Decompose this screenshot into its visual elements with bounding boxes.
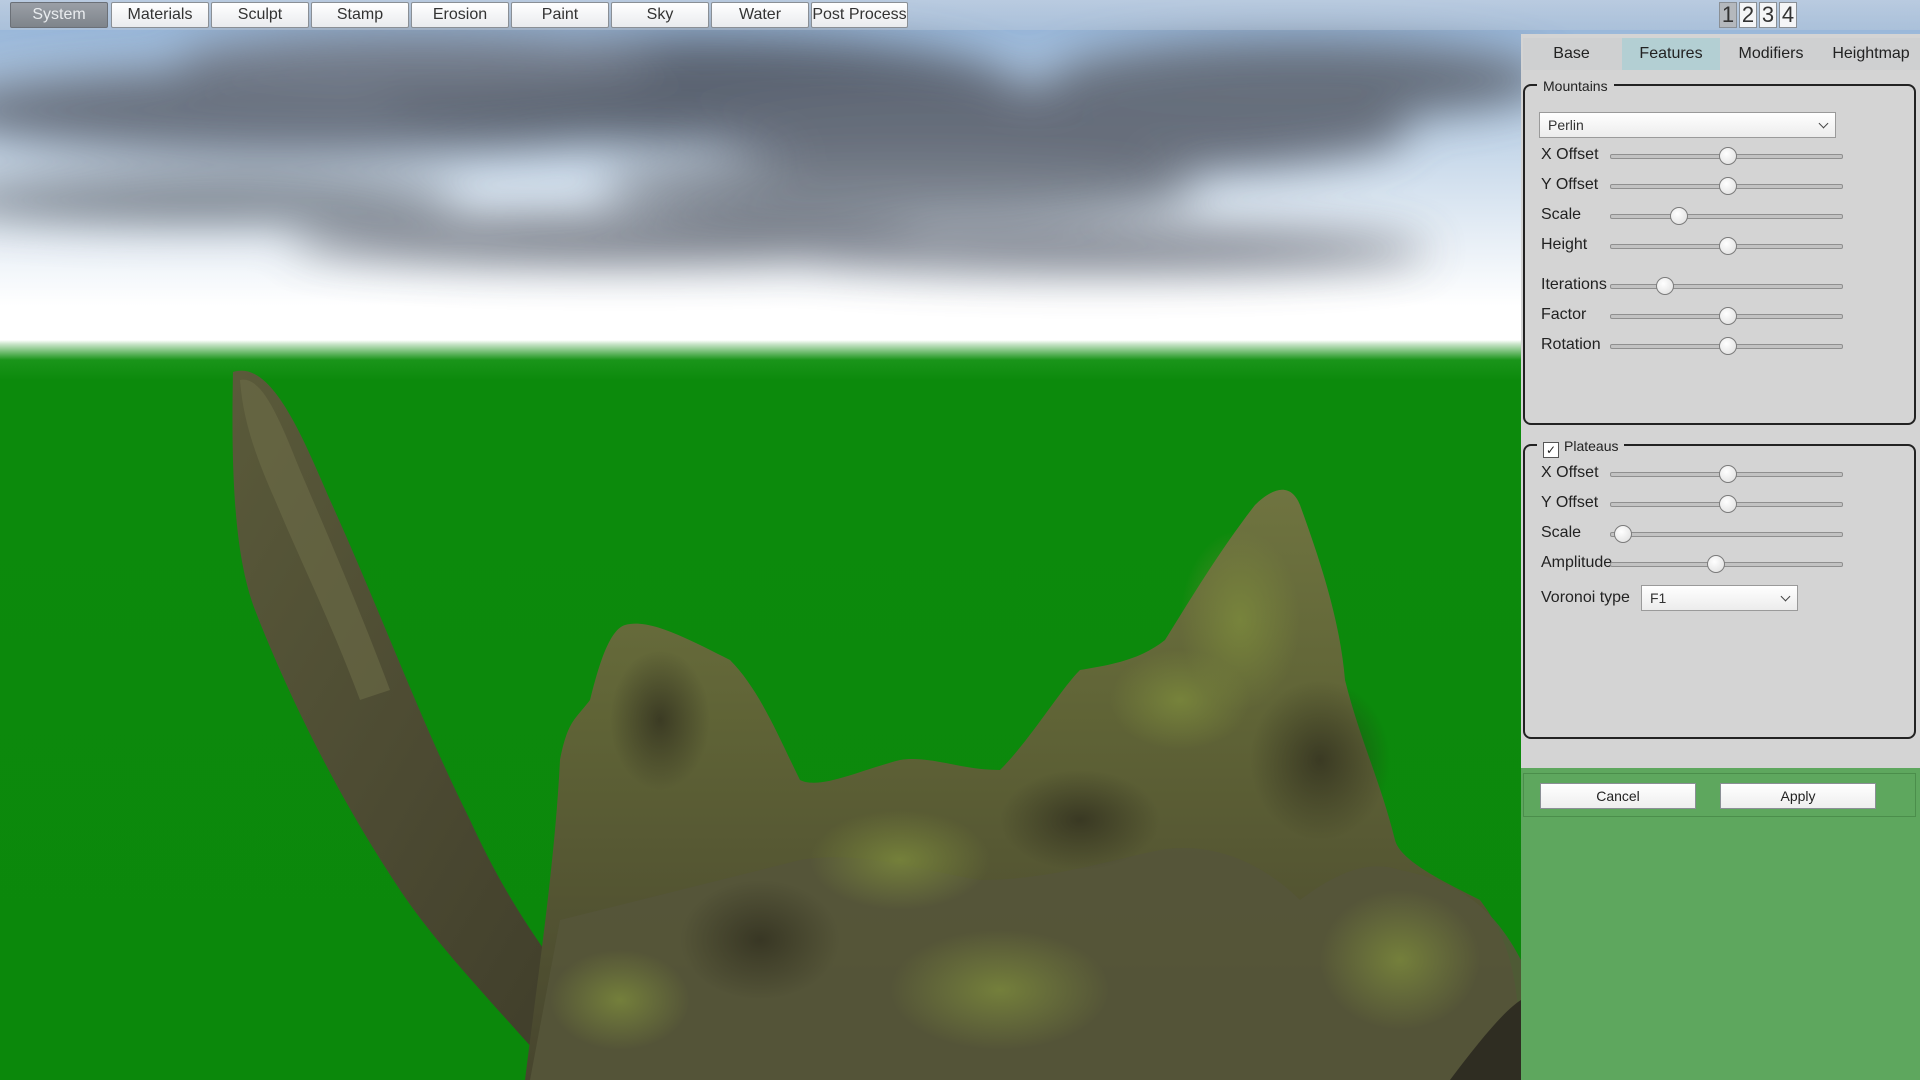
apply-button[interactable]: Apply bbox=[1720, 783, 1876, 809]
mountains-iterations-label: Iterations bbox=[1541, 276, 1607, 293]
tab-base[interactable]: Base bbox=[1523, 38, 1620, 70]
toolbar-tab-sky[interactable]: Sky bbox=[611, 2, 709, 28]
tab-features[interactable]: Features bbox=[1622, 38, 1720, 70]
slider-thumb[interactable] bbox=[1718, 465, 1737, 483]
checkmark-icon: ✓ bbox=[1545, 443, 1557, 457]
voronoi-type-value: F1 bbox=[1650, 590, 1667, 606]
toolbar-tab-stamp[interactable]: Stamp bbox=[311, 2, 409, 28]
mountains-y-offset-label: Y Offset bbox=[1541, 176, 1599, 193]
slider-thumb[interactable] bbox=[1718, 307, 1737, 325]
slider-thumb[interactable] bbox=[1718, 495, 1737, 513]
slider-track bbox=[1610, 532, 1843, 537]
slider-thumb[interactable] bbox=[1706, 555, 1725, 573]
slider-track bbox=[1610, 214, 1843, 219]
mountains-scale-slider[interactable] bbox=[1610, 206, 1843, 226]
mountains-group-title: Mountains bbox=[1537, 77, 1614, 95]
toolbar-tab-materials[interactable]: Materials bbox=[111, 2, 209, 28]
mountains-factor-label: Factor bbox=[1541, 306, 1587, 323]
mountains-factor-slider[interactable] bbox=[1610, 306, 1843, 326]
plateaus-y-offset-slider[interactable] bbox=[1610, 494, 1843, 514]
cancel-button[interactable]: Cancel bbox=[1540, 783, 1696, 809]
plateaus-scale-label: Scale bbox=[1541, 524, 1582, 541]
plateaus-checkbox[interactable]: ✓ bbox=[1543, 442, 1559, 458]
plateaus-amplitude-label: Amplitude bbox=[1541, 554, 1613, 571]
mountains-x-offset-slider[interactable] bbox=[1610, 146, 1843, 166]
noise-type-dropdown[interactable]: Perlin bbox=[1539, 112, 1836, 138]
slider-thumb[interactable] bbox=[1718, 337, 1737, 355]
view-4-button[interactable]: 4 bbox=[1779, 2, 1797, 28]
mountains-group: Mountains Perlin X Offset Y Offset Scale… bbox=[1523, 77, 1916, 425]
view-3-button[interactable]: 3 bbox=[1759, 2, 1777, 28]
chevron-down-icon bbox=[1818, 118, 1829, 129]
plateaus-amplitude-slider[interactable] bbox=[1610, 554, 1843, 574]
mountains-rotation-slider[interactable] bbox=[1610, 336, 1843, 356]
tab-modifiers[interactable]: Modifiers bbox=[1722, 38, 1820, 70]
mountains-y-offset-slider[interactable] bbox=[1610, 176, 1843, 196]
cloud-layer bbox=[0, 32, 1550, 270]
mountains-height-label: Height bbox=[1541, 236, 1588, 253]
main-toolbar: System Materials Sculpt Stamp Erosion Pa… bbox=[0, 0, 1920, 30]
toolbar-tab-sculpt[interactable]: Sculpt bbox=[211, 2, 309, 28]
slider-thumb[interactable] bbox=[1718, 147, 1737, 165]
voronoi-type-label: Voronoi type bbox=[1541, 589, 1630, 606]
chevron-down-icon bbox=[1780, 591, 1791, 602]
toolbar-tab-water[interactable]: Water bbox=[711, 2, 809, 28]
noise-type-value: Perlin bbox=[1548, 117, 1584, 133]
panel-tabs: Base Features Modifiers Heightmap bbox=[1523, 38, 1920, 70]
voronoi-type-dropdown[interactable]: F1 bbox=[1641, 585, 1798, 611]
toolbar-tab-post-process[interactable]: Post Process bbox=[811, 2, 908, 28]
slider-thumb[interactable] bbox=[1655, 277, 1674, 295]
plateaus-group-title: ✓ Plateaus bbox=[1537, 437, 1625, 458]
view-2-button[interactable]: 2 bbox=[1739, 2, 1757, 28]
mountains-scale-label: Scale bbox=[1541, 206, 1582, 223]
mountains-iterations-slider[interactable] bbox=[1610, 276, 1843, 296]
mountains-height-slider[interactable] bbox=[1610, 236, 1843, 256]
view-1-button[interactable]: 1 bbox=[1719, 2, 1737, 28]
toolbar-tab-erosion[interactable]: Erosion bbox=[411, 2, 509, 28]
tab-heightmap[interactable]: Heightmap bbox=[1822, 38, 1920, 70]
panel-action-bar: Cancel Apply bbox=[1523, 773, 1916, 817]
toolbar-tab-paint[interactable]: Paint bbox=[511, 2, 609, 28]
mountains-x-offset-label: X Offset bbox=[1541, 146, 1599, 163]
settings-panel: Base Features Modifiers Heightmap Mounta… bbox=[1521, 34, 1920, 1080]
slider-thumb[interactable] bbox=[1613, 525, 1632, 543]
plateaus-x-offset-slider[interactable] bbox=[1610, 464, 1843, 484]
settings-panel-body: Base Features Modifiers Heightmap Mounta… bbox=[1521, 34, 1920, 768]
toolbar-tab-system[interactable]: System bbox=[10, 2, 108, 28]
plateaus-y-offset-label: Y Offset bbox=[1541, 494, 1599, 511]
slider-thumb[interactable] bbox=[1669, 207, 1688, 225]
slider-track bbox=[1610, 284, 1843, 289]
plateaus-scale-slider[interactable] bbox=[1610, 524, 1843, 544]
mountains-rotation-label: Rotation bbox=[1541, 336, 1601, 353]
slider-thumb[interactable] bbox=[1718, 177, 1737, 195]
plateaus-group: ✓ Plateaus X Offset Y Offset Scale Amplit… bbox=[1523, 437, 1916, 739]
plateaus-x-offset-label: X Offset bbox=[1541, 464, 1599, 481]
slider-track bbox=[1610, 562, 1843, 567]
plateaus-label: Plateaus bbox=[1564, 438, 1619, 454]
slider-thumb[interactable] bbox=[1718, 237, 1737, 255]
